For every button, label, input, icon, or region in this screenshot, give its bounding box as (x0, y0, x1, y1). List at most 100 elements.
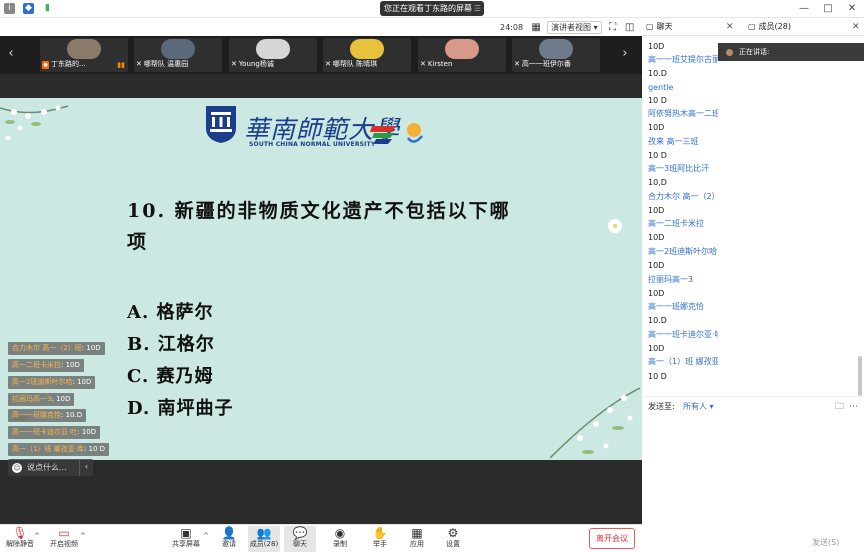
grid-view-icon[interactable]: ▦ (530, 22, 542, 33)
mic-muted-icon: 🎙 (12, 526, 28, 540)
members-button[interactable]: 👥 成员(28) (248, 526, 280, 552)
chat-message: 10D (648, 233, 665, 242)
speaking-label: 正在讲话: (739, 48, 770, 56)
chat-sender[interactable]: 高一一班卡迪尔亚·吐 (648, 330, 718, 340)
chat-sender[interactable]: 高一二班卡米拉 (648, 219, 718, 229)
video-tile[interactable]: ✕ Young杨诚 (229, 38, 317, 72)
emoji-icon[interactable]: ☺ (12, 462, 22, 473)
record-icon: ◉ (334, 526, 346, 540)
chat-sender[interactable]: 高一（1）班 娜孜亚·库 (648, 357, 718, 367)
participant-avatar (161, 39, 195, 59)
danmu-text: 10D (56, 395, 71, 403)
danmu-message: 高一2班迪斯叶尔哈: 10D (8, 376, 96, 389)
speaking-indicator: 正在讲话: (718, 43, 864, 61)
option-a: A. 格萨尔 (127, 302, 214, 323)
question-title: 10. 新疆的非物质文化遗产不包括以下哪 项 (127, 196, 527, 258)
layout-icon[interactable]: ◫ (624, 22, 636, 33)
video-tile[interactable]: ✕ 哪帮队 陈晴琪 (323, 38, 411, 72)
maximize-button[interactable]: □ (816, 0, 840, 18)
chat-sender[interactable]: 拉丽玛高一3 (648, 275, 718, 285)
more-icon[interactable]: ⋯ (849, 397, 858, 417)
chat-sender[interactable]: 高一2班迪斯叶尔哈 (648, 247, 718, 257)
banner-menu-icon[interactable]: ☰ (474, 4, 481, 13)
signal-icon[interactable]: ▮ (42, 3, 53, 14)
mic-off-icon: ✕ (420, 60, 426, 68)
chat-window-icon: ▢ (646, 22, 654, 31)
send-button[interactable]: 发送(S) (812, 537, 839, 548)
participant-avatar (539, 39, 573, 59)
video-strip: ‹ ● 丁东路的... ▮▮ ✕ 哪帮队 温惠园 ✕ Young杨诚 ✕ 哪帮队 陈晴琪… (0, 36, 642, 74)
settings-button[interactable]: ⚙ 设置 (437, 526, 469, 552)
chat-sender[interactable]: 阿依努热木高一二班 (648, 109, 718, 119)
video-tile[interactable]: ✕ Kirsten (418, 38, 506, 72)
strip-next-arrow[interactable]: › (614, 36, 636, 74)
share-screen-button[interactable]: ▣ 共享屏幕 (170, 526, 202, 552)
minimize-button[interactable]: — (792, 0, 816, 18)
chat-message: 10D (648, 206, 665, 215)
danmu-placeholder: 说点什么... (27, 463, 67, 472)
video-tile[interactable]: ● 丁东路的... ▮▮ (40, 38, 128, 72)
chat-message: 10D (648, 42, 665, 51)
mic-off-icon: ✕ (136, 60, 142, 68)
title-bar: i ◆ ▮ 您正在观看丁东路的屏幕 ☰ — □ ✕ (0, 0, 864, 18)
chat-message: 10 D (648, 151, 667, 160)
participant-avatar (256, 39, 290, 59)
speaker-avatar (726, 48, 733, 56)
send-to-dropdown[interactable]: 所有人 ▾ (683, 397, 714, 417)
university-name-en: SOUTH CHINA NORMAL UNIVERSITY (249, 141, 376, 148)
raise-hand-button[interactable]: ✋ 举手 (364, 526, 396, 552)
danmu-text: 10D (77, 378, 92, 386)
danmu-input[interactable]: ☺ 说点什么... ‹ (8, 459, 93, 476)
tab-members[interactable]: ▢ 成员(28) (748, 18, 791, 36)
strip-prev-arrow[interactable]: ‹ (0, 36, 22, 74)
apps-button[interactable]: ▦ 应用 (401, 526, 433, 552)
mic-off-icon: ✕ (514, 60, 520, 68)
share-screen-label: 共享屏幕 (172, 540, 200, 548)
gear-icon: ⚙ (447, 526, 459, 540)
chat-sender[interactable]: 高一一班娜克恰 (648, 302, 718, 312)
hand-icon: ✋ (372, 526, 388, 540)
danmu-text: 10D (86, 344, 101, 352)
chat-input[interactable] (642, 416, 864, 536)
record-button[interactable]: ◉ 录制 (324, 526, 356, 552)
danmu-message: 高一一班卡迪尔亚·吐: 10D (8, 426, 101, 439)
video-tile[interactable]: ✕ 高一一班伊尔番 (512, 38, 600, 72)
shield-icon[interactable]: ◆ (23, 3, 34, 14)
participant-name: ● 丁东路的... (42, 59, 126, 70)
close-button[interactable]: ✕ (840, 0, 864, 18)
chat-sender[interactable]: gentle (648, 83, 718, 93)
invite-button[interactable]: 👤 邀请 (213, 526, 245, 552)
audio-options-caret[interactable]: ^ (34, 532, 40, 540)
unmute-button[interactable]: 🎙 解除静音 (4, 526, 36, 552)
video-off-icon: ▭ (58, 526, 70, 540)
start-video-button[interactable]: ▭ 开启视频 (48, 526, 80, 552)
chat-sender[interactable]: 高一一班艾提尔古丽 (648, 55, 718, 65)
info-icon[interactable]: i (4, 3, 15, 14)
chat-message: 10.D (648, 316, 667, 325)
close-chat-icon[interactable]: ✕ (726, 18, 734, 36)
video-options-caret[interactable]: ^ (80, 532, 86, 540)
option-c: C. 赛乃姆 (127, 366, 214, 387)
chat-sender[interactable]: 高一3班阿比比汗 (648, 164, 718, 174)
members-label: 成员(28) (249, 540, 279, 548)
leave-meeting-button[interactable]: 离开会议 (589, 528, 635, 549)
danmu-message: 高一二班卡米拉: 10D (8, 359, 84, 372)
close-members-icon[interactable]: ✕ (852, 18, 860, 36)
tab-chat[interactable]: ▢ 聊天 (646, 18, 673, 36)
video-tile[interactable]: ✕ 哪帮队 温惠园 (134, 38, 222, 72)
share-options-caret[interactable]: ^ (203, 532, 209, 540)
fullscreen-icon[interactable]: ⛶ (607, 22, 619, 33)
chat-scrollbar[interactable] (858, 356, 862, 396)
chat-button[interactable]: 💬 聊天 (284, 526, 316, 552)
chat-sender[interactable]: 孜来 高一三班 (648, 137, 718, 147)
view-mode-label: 演讲者视图 (551, 22, 592, 32)
members-tab-label: 成员(28) (758, 22, 791, 31)
danmu-message: 高一（1）班 娜孜亚·库: 10 D (8, 443, 110, 456)
members-icon: 👥 (256, 526, 272, 540)
view-mode-dropdown[interactable]: 演讲者视图 ▾ (547, 20, 602, 34)
collapse-danmu-icon[interactable]: ‹ (79, 459, 93, 476)
chat-message-list: 10D 高一一班艾提尔古丽 10.D gentle 10 D 阿依努热木高一二班… (642, 36, 718, 396)
folder-icon[interactable]: 🗀 (835, 397, 844, 417)
chat-sender[interactable]: 合力木尔 高一（2）班 (648, 192, 718, 202)
participant-name-text: 丁东路的... (51, 60, 86, 68)
